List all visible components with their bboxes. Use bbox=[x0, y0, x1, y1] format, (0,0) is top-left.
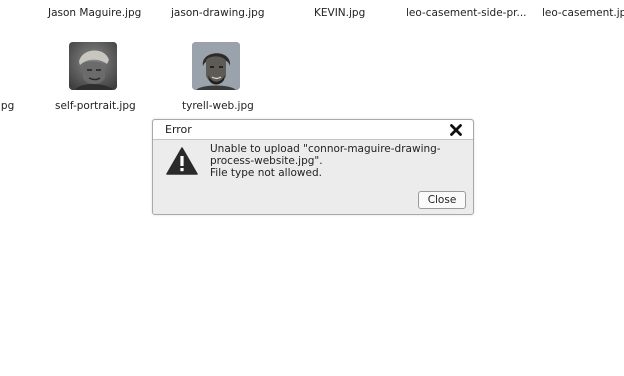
message-line: Unable to upload "connor-maguire-drawing… bbox=[210, 143, 441, 155]
file-item-label[interactable]: KEVIN.jpg bbox=[314, 7, 365, 20]
error-dialog: Error Unable to upload "connor-maguire-d… bbox=[152, 119, 474, 215]
portrait-thumbnail-icon[interactable] bbox=[192, 42, 240, 90]
file-item-label[interactable]: leo-casement-side-pr... bbox=[406, 7, 527, 20]
message-line: process-website.jpg". bbox=[210, 155, 323, 167]
file-item-label[interactable]: jpg bbox=[0, 100, 14, 113]
file-item-label[interactable]: self-portrait.jpg bbox=[55, 100, 136, 113]
close-x-icon[interactable] bbox=[449, 122, 463, 136]
file-item-label[interactable]: leo-casement.jpg bbox=[542, 7, 624, 20]
file-browser: Jason Maguire.jpg jason-drawing.jpg KEVI… bbox=[0, 0, 624, 376]
file-item-label[interactable]: jason-drawing.jpg bbox=[171, 7, 265, 20]
warning-triangle-icon bbox=[166, 147, 198, 175]
file-item-label[interactable]: tyrell-web.jpg bbox=[182, 100, 254, 113]
dialog-message: Unable to upload "connor-maguire-drawing… bbox=[210, 143, 460, 179]
close-button[interactable]: Close bbox=[418, 191, 466, 209]
file-item-label[interactable]: Jason Maguire.jpg bbox=[48, 7, 141, 20]
dialog-titlebar: Error bbox=[153, 120, 473, 140]
portrait-thumbnail-icon[interactable] bbox=[69, 42, 117, 90]
message-line: File type not allowed. bbox=[210, 167, 322, 179]
dialog-title: Error bbox=[165, 123, 192, 136]
